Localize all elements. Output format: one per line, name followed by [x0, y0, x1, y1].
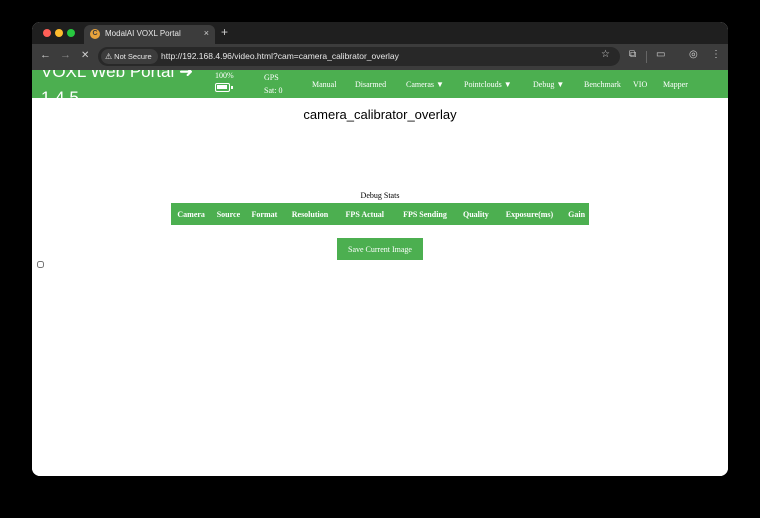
warning-triangle-icon: ⚠ — [105, 52, 113, 61]
toolbar-divider — [646, 51, 647, 63]
tab-title: ModalAI VOXL Portal — [105, 29, 181, 38]
col-format: Format — [251, 209, 278, 219]
debug-stats-table: Camera Source Format Resolution FPS Actu… — [171, 203, 589, 225]
nav-disarmed[interactable]: Disarmed — [355, 80, 386, 89]
battery-icon — [215, 83, 233, 92]
nav-benchmark[interactable]: Benchmark — [584, 80, 621, 89]
extensions-icon[interactable]: ⧉ — [629, 49, 636, 60]
caret-down-icon: ▼ — [436, 80, 444, 89]
brand-version: 1.4.5 — [41, 88, 79, 98]
security-chip[interactable]: ⚠ Not Secure — [101, 49, 158, 64]
browser-window: C ModalAI VOXL Portal × + ← → ✕ ⚠ Not Sec… — [32, 22, 728, 476]
col-source: Source — [216, 209, 241, 219]
tab-close-icon[interactable]: × — [204, 28, 209, 38]
maximize-window-button[interactable] — [67, 29, 75, 37]
caret-down-icon: ▼ — [503, 80, 512, 89]
debug-stats-title: Debug Stats — [360, 191, 400, 200]
col-gain: Gain — [568, 209, 586, 219]
browser-tab[interactable]: C ModalAI VOXL Portal × — [84, 25, 215, 44]
stats-header-row: Camera Source Format Resolution FPS Actu… — [171, 203, 589, 225]
back-arrow-icon[interactable]: ← — [40, 49, 51, 61]
col-exposure: Exposure(ms) — [505, 209, 554, 219]
col-fps-sending: FPS Sending — [403, 209, 447, 219]
close-window-button[interactable] — [43, 29, 51, 37]
overlay-checkbox[interactable] — [37, 261, 44, 268]
forward-arrow-icon[interactable]: → — [60, 49, 71, 61]
brand-link[interactable]: VOXL Web Portal ➜ — [41, 70, 193, 85]
profile-icon[interactable]: ◎ — [689, 49, 698, 60]
nav-pointclouds[interactable]: Pointclouds ▼ — [464, 80, 512, 89]
gps-label: GPS — [264, 73, 279, 82]
nav-manual[interactable]: Manual — [312, 80, 336, 89]
web-page: VOXL Web Portal ➜ 1.4.5 100% GPS Sat: 0 … — [32, 70, 728, 476]
col-quality: Quality — [463, 209, 489, 219]
camera-title: camera_calibrator_overlay — [303, 107, 457, 122]
gps-sat-count: Sat: 0 — [264, 86, 283, 95]
security-label: Not Secure — [114, 52, 152, 61]
battery-percent: 100% — [215, 71, 234, 80]
caret-down-icon: ▼ — [556, 80, 565, 89]
tab-strip: C ModalAI VOXL Portal × + — [32, 22, 728, 44]
nav-pointclouds-label: Pointclouds — [464, 80, 502, 89]
stop-loading-icon[interactable]: ✕ — [81, 50, 89, 61]
url-text[interactable]: http://192.168.4.96/video.html?cam=camer… — [161, 51, 399, 61]
modalai-logo-icon: C — [90, 29, 100, 39]
col-camera: Camera — [177, 209, 205, 219]
nav-debug[interactable]: Debug ▼ — [533, 80, 564, 89]
side-panel-icon[interactable]: ▭ — [656, 49, 665, 60]
nav-debug-label: Debug — [533, 80, 555, 89]
browser-menu-icon[interactable]: ⋮ — [711, 49, 721, 60]
bookmark-star-icon[interactable]: ☆ — [601, 49, 610, 60]
portal-navbar: VOXL Web Portal ➜ 1.4.5 100% GPS Sat: 0 … — [32, 70, 728, 98]
col-resolution: Resolution — [291, 209, 329, 219]
new-tab-button[interactable]: + — [221, 25, 228, 39]
minimize-window-button[interactable] — [55, 29, 63, 37]
nav-cameras[interactable]: Cameras ▼ — [406, 80, 444, 89]
browser-toolbar: ← → ✕ ⚠ Not Secure http://192.168.4.96/vi… — [32, 44, 728, 70]
col-fps-actual: FPS Actual — [345, 209, 384, 219]
nav-vio[interactable]: VIO — [633, 80, 647, 89]
save-current-image-button[interactable]: Save Current Image — [337, 238, 423, 260]
nav-cameras-label: Cameras — [406, 80, 434, 89]
nav-mapper[interactable]: Mapper — [663, 80, 688, 89]
battery-fill — [217, 85, 227, 89]
address-bar[interactable]: ⚠ Not Secure http://192.168.4.96/video.ht… — [98, 47, 620, 66]
